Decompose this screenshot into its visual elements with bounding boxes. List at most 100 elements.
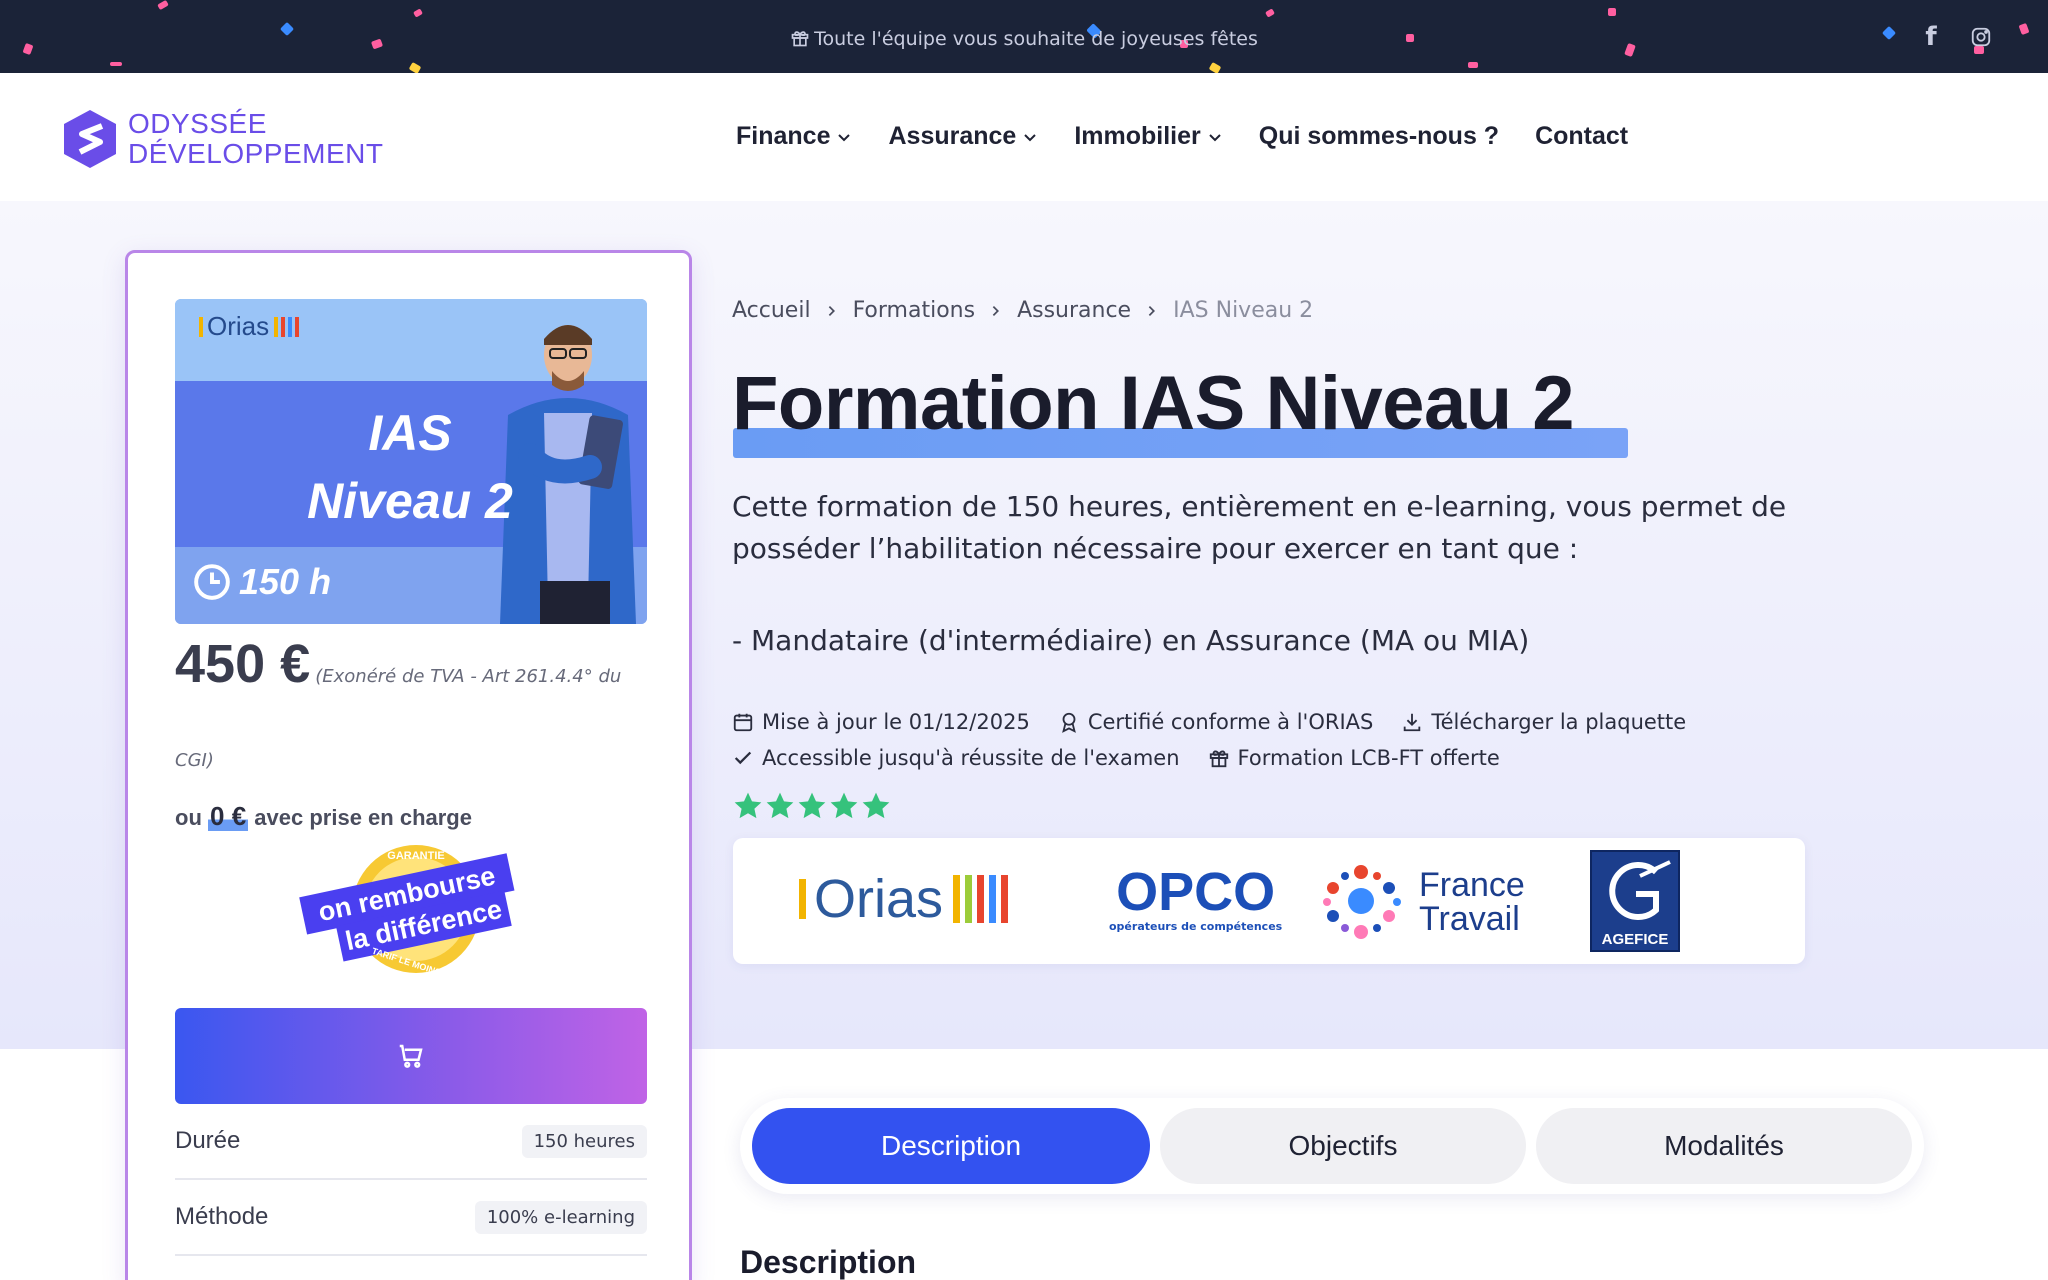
chevron-down-icon: [1024, 133, 1037, 141]
partner-logos: Orias OPCO opérateurs de compétences Fra…: [733, 838, 1805, 964]
funding-amount: 0 €: [208, 801, 249, 831]
price: 450 €: [175, 634, 311, 694]
add-to-cart-button[interactable]: [175, 1008, 647, 1104]
opco-logo: OPCO opérateurs de compétences: [1109, 864, 1282, 933]
chevron-down-icon: [1209, 133, 1221, 141]
target-role: - Mandataire (d'intermédiaire) en Assura…: [732, 624, 1530, 657]
tab-objectifs[interactable]: Objectifs: [1160, 1108, 1526, 1184]
clock-icon: [194, 564, 230, 600]
agefice-text: AGEFICE: [1601, 931, 1669, 948]
breadcrumb-item[interactable]: Formations: [853, 298, 976, 323]
meta-certified: Certifié conforme à l'ORIAS: [1058, 710, 1374, 734]
meta-updated: Mise à jour le 01/12/2025: [732, 710, 1030, 734]
meta-text: Formation LCB-FT offerte: [1237, 746, 1500, 770]
orias-logo: Orias: [799, 868, 1009, 930]
star-icon: [830, 792, 858, 819]
spec-row-duration: Durée 150 heures: [175, 1104, 647, 1180]
download-icon: [1404, 713, 1421, 732]
star-icon: [862, 792, 890, 819]
breadcrumb-current: IAS Niveau 2: [1173, 298, 1314, 323]
meta-row: Mise à jour le 01/12/2025 Certifié confo…: [732, 710, 1714, 734]
france-travail-text: France Travail: [1419, 868, 1525, 936]
brand-logo[interactable]: ODYSSÉE DÉVELOPPEMENT: [62, 108, 383, 170]
course-banner: Orias IAS Niveau 2 150 h: [175, 299, 647, 624]
brand-line2: DÉVELOPPEMENT: [128, 138, 384, 169]
rating-stars: [732, 790, 892, 822]
banner-title-line2: Niveau 2: [307, 473, 513, 529]
chevron-down-icon: [838, 133, 851, 141]
france-travail-line1: France: [1419, 866, 1525, 904]
award-icon: [1061, 712, 1076, 733]
orias-mini-text: Orias: [207, 311, 270, 341]
badge-top-text: GARANTIE: [387, 850, 444, 862]
lead-paragraph: Cette formation de 150 heures, entièreme…: [732, 490, 1787, 565]
opco-logo-subtitle: opérateurs de compétences: [1109, 920, 1283, 933]
star-icon: [798, 792, 826, 819]
instagram-icon[interactable]: [1966, 22, 1996, 52]
confetti: [413, 8, 423, 18]
nav-item-immobilier[interactable]: Immobilier: [1074, 122, 1222, 151]
chevron-right-icon: [992, 305, 1000, 316]
funding-suffix: avec prise en charge: [254, 805, 472, 830]
tab-description[interactable]: Description: [752, 1108, 1150, 1184]
banner-hours-text: 150 h: [239, 561, 332, 602]
main-nav: Finance Assurance Immobilier Qui sommes-…: [736, 122, 1664, 151]
section-title: Description: [740, 1244, 917, 1280]
tab-label: Description: [880, 1130, 1022, 1161]
spec-value: 100% e-learning: [474, 1200, 647, 1234]
funding-prefix: ou: [175, 805, 202, 830]
confetti: [157, 0, 169, 11]
nav-item-assurance[interactable]: Assurance: [888, 122, 1038, 151]
nav-item-contact[interactable]: Contact: [1535, 122, 1628, 151]
gift-icon: [791, 31, 809, 47]
meta-text: Accessible jusqu'à réussite de l'examen: [762, 746, 1180, 770]
nav-label: Finance: [736, 122, 831, 150]
confetti: [408, 62, 422, 73]
confetti: [1468, 62, 1478, 68]
france-travail-mark-icon: [1323, 865, 1401, 939]
tab-label: Modalités: [1664, 1130, 1784, 1161]
check-icon: [734, 751, 752, 765]
brand-line1: ODYSSÉE: [128, 108, 267, 139]
guarantee-badge: GARANTIE on rembourse la différence TARI…: [299, 845, 515, 979]
breadcrumb-item[interactable]: Assurance: [1017, 298, 1131, 323]
meta-text: Certifié conforme à l'ORIAS: [1087, 710, 1374, 734]
spec-key: Durée: [175, 1127, 241, 1154]
facebook-icon[interactable]: f: [1916, 22, 1946, 52]
confetti: [1265, 8, 1275, 18]
meta-text: Mise à jour le 01/12/2025: [762, 710, 1030, 734]
meta-bonus: Formation LCB-FT offerte: [1208, 746, 1500, 770]
spec-row-method: Méthode 100% e-learning: [175, 1180, 647, 1256]
nav-item-about[interactable]: Qui sommes-nous ?: [1259, 122, 1499, 151]
meta-row: Accessible jusqu'à réussite de l'examen …: [732, 746, 1528, 770]
gift-icon: [1209, 750, 1228, 768]
announcement-text: Toute l'équipe vous souhaite de joyeuses…: [814, 28, 1258, 50]
nav-label: Qui sommes-nous ?: [1258, 122, 1500, 150]
star-icon: [734, 792, 762, 819]
orias-mini-logo: Orias: [199, 311, 300, 342]
breadcrumb-item[interactable]: Accueil: [732, 298, 811, 323]
banner-title-line1: IAS: [368, 405, 452, 461]
tab-modalites[interactable]: Modalités: [1536, 1108, 1912, 1184]
nav-label: Assurance: [888, 122, 1017, 150]
content-tabs: Description Objectifs Modalités: [740, 1098, 1924, 1194]
banner-title: IAS Niveau 2: [285, 399, 535, 535]
nav-item-finance[interactable]: Finance: [736, 122, 852, 151]
orias-logo-text: Orias: [814, 869, 944, 929]
spec-value: 150 heures: [521, 1124, 647, 1158]
logo-mark-icon: [64, 110, 116, 168]
page-title: Formation IAS Niveau 2: [732, 361, 1575, 446]
opco-logo-text: OPCO: [1116, 862, 1276, 922]
meta-text: Télécharger la plaquette: [1431, 710, 1687, 734]
announcement-message: Toute l'équipe vous souhaite de joyeuses…: [0, 28, 2048, 50]
agefice-logo: AGEFICE: [1590, 850, 1680, 952]
chevron-right-icon: [1148, 305, 1156, 316]
download-brochure-link[interactable]: Télécharger la plaquette: [1401, 710, 1686, 734]
confetti: [110, 62, 122, 66]
breadcrumb: Accueil Formations Assurance IAS Niveau …: [732, 298, 1313, 323]
product-card: Orias IAS Niveau 2 150 h 450 € (Exonéré d…: [125, 250, 692, 1280]
cart-icon: [399, 1044, 423, 1068]
nav-label: Immobilier: [1074, 122, 1201, 150]
funding-line: ou 0 € avec prise en charge: [175, 801, 472, 832]
announcement-bar: Toute l'équipe vous souhaite de joyeuses…: [0, 0, 2048, 73]
